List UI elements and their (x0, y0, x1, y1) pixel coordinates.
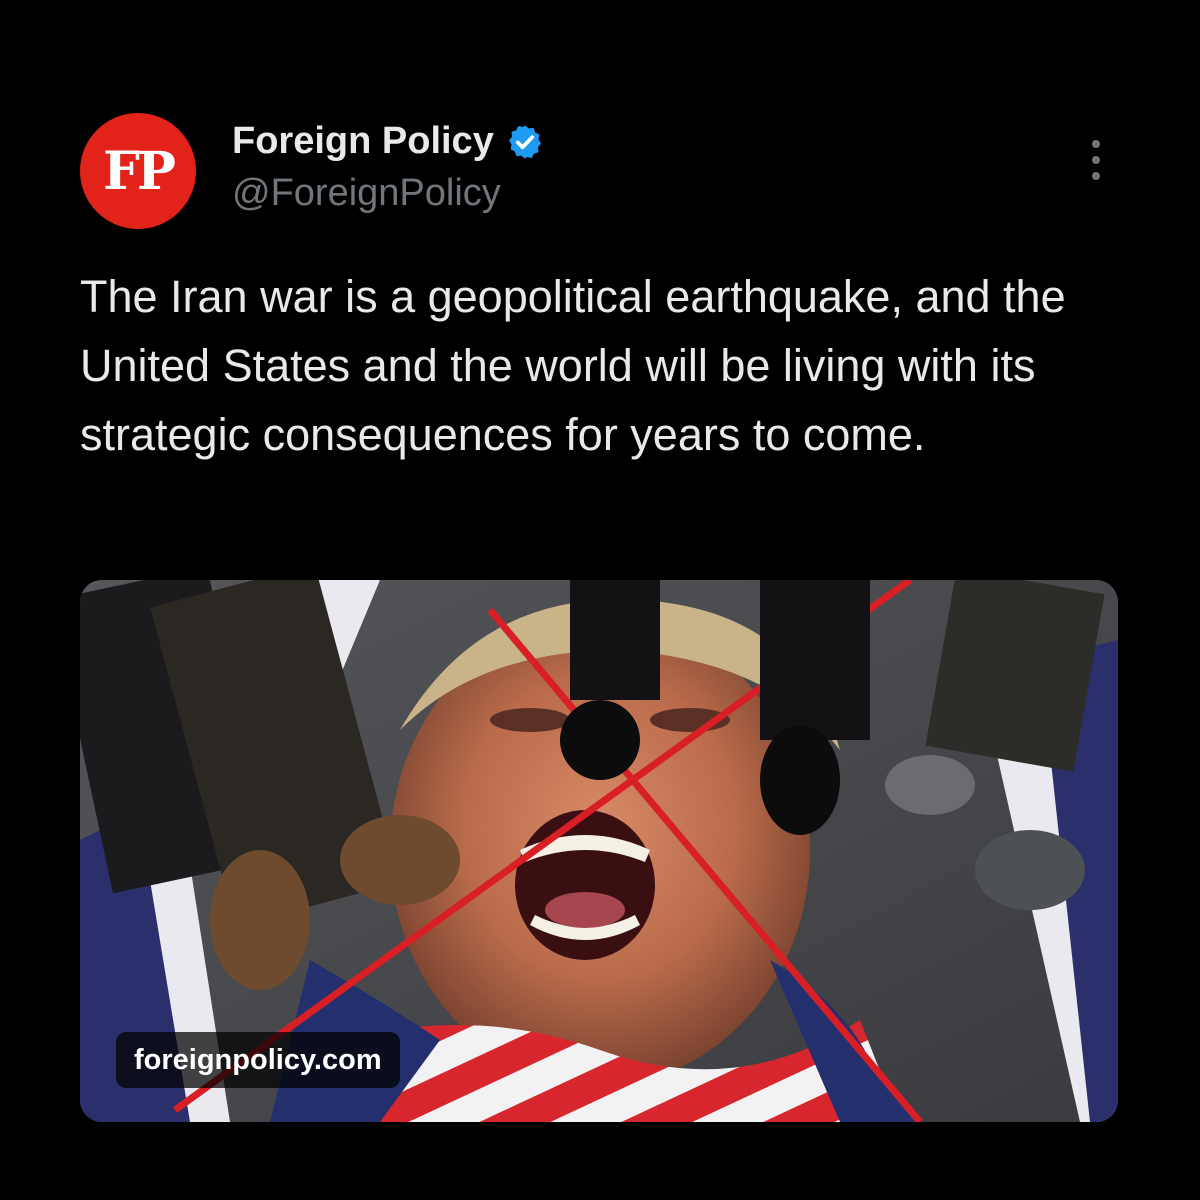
avatar[interactable]: FP (80, 113, 196, 229)
tweet-text: The Iran war is a geopolitical earthquak… (80, 271, 1066, 460)
handle[interactable]: @ForeignPolicy (232, 172, 501, 215)
more-dot (1092, 172, 1100, 180)
more-vertical-icon[interactable] (1082, 140, 1110, 180)
media-domain-label[interactable]: foreignpolicy.com (116, 1032, 400, 1088)
verified-badge-icon (508, 124, 541, 159)
tweet-card[interactable]: FP Foreign Policy @ForeignPolicy The Ira… (0, 0, 1200, 1200)
author-name-row: Foreign Policy (232, 120, 544, 163)
avatar-logo-text: FP (102, 140, 176, 202)
more-dot (1092, 140, 1100, 148)
more-dot (1092, 156, 1100, 164)
display-name[interactable]: Foreign Policy (232, 120, 494, 163)
tweet-media[interactable]: foreignpolicy.com (80, 580, 1118, 1122)
